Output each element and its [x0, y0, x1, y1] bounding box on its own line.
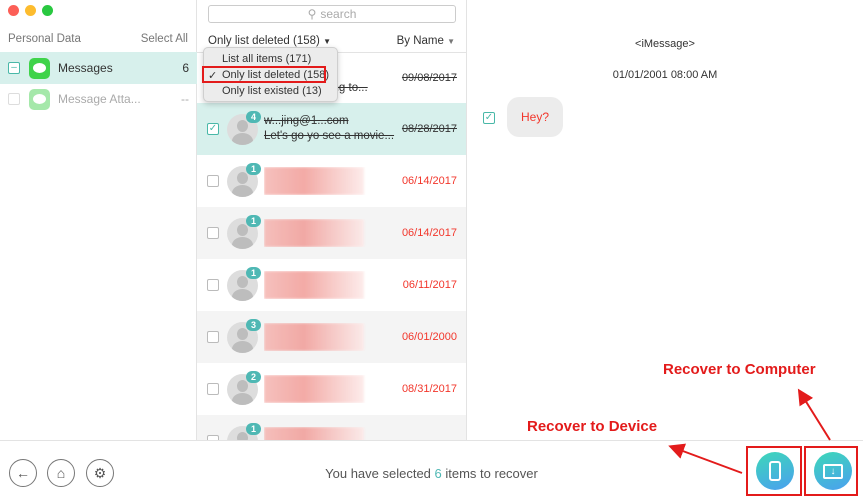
menu-item-list-all[interactable]: List all items (171)	[222, 53, 311, 65]
arrow-to-device	[668, 443, 743, 474]
highlight-box	[202, 66, 326, 83]
menu-item-only-existed[interactable]: Only list existed (13)	[222, 85, 322, 97]
annotation-arrows	[668, 388, 831, 474]
arrow-to-computer	[797, 388, 831, 441]
